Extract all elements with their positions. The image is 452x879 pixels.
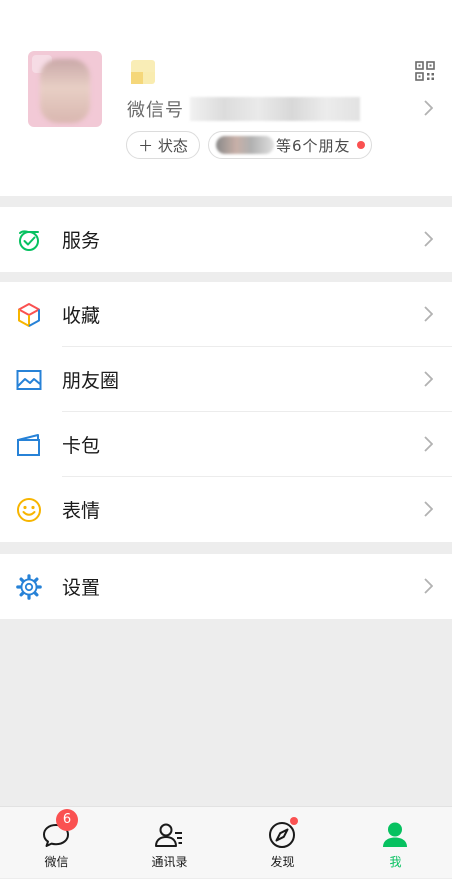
services-label: 服务: [62, 230, 101, 252]
services-icon: [16, 227, 42, 253]
favorites-icon: [16, 302, 42, 328]
menu-section-main: 收藏 朋友圈 卡包 表情: [0, 282, 452, 542]
menu-section-settings: 设置: [0, 554, 452, 619]
tab-contacts[interactable]: 通讯录: [113, 807, 226, 879]
menu-item-cards[interactable]: 卡包: [0, 412, 452, 477]
discover-new-dot: [290, 817, 298, 825]
chevron-right-icon: [424, 371, 434, 391]
contacts-icon: [153, 819, 185, 851]
add-status-label: ＋ 状态: [138, 136, 188, 155]
favorites-label: 收藏: [62, 305, 101, 327]
menu-item-favorites[interactable]: 收藏: [0, 282, 452, 347]
unread-badge: 6: [56, 809, 78, 831]
tab-contacts-label: 通讯录: [151, 855, 188, 869]
chevron-right-icon: [424, 578, 434, 598]
qr-code-icon[interactable]: [415, 61, 435, 81]
chevron-right-icon: [424, 436, 434, 456]
wechat-id-label: 微信号: [127, 100, 184, 121]
friends-status-pill[interactable]: 等6个朋友: [208, 131, 372, 159]
new-dot-indicator: [356, 141, 365, 149]
settings-icon: [16, 574, 42, 600]
chevron-right-icon: [424, 306, 434, 326]
tab-discover[interactable]: 发现: [226, 807, 339, 879]
tab-chats-label: 微信: [44, 855, 69, 869]
tab-chats[interactable]: 6 微信: [0, 807, 113, 879]
settings-label: 设置: [62, 577, 101, 599]
nickname-emoji: [131, 60, 155, 84]
cards-label: 卡包: [62, 435, 101, 457]
menu-item-stickers[interactable]: 表情: [0, 477, 452, 542]
wechat-id-blurred: [190, 97, 360, 121]
moments-label: 朋友圈: [62, 370, 120, 392]
menu-item-settings[interactable]: 设置: [0, 554, 452, 619]
tab-discover-label: 发现: [270, 855, 295, 869]
add-status-button[interactable]: ＋ 状态: [126, 131, 200, 159]
sticker-icon: [16, 497, 42, 523]
chevron-right-icon: [424, 231, 434, 251]
chevron-right-icon: [424, 100, 434, 120]
tab-me-label: 我: [389, 855, 402, 869]
profile-header[interactable]: 微信号 ＋ 状态 等6个朋友: [0, 0, 452, 196]
chevron-right-icon: [424, 501, 434, 521]
bottom-tab-bar: 6 微信 通讯录 发现 我: [0, 806, 452, 878]
menu-section-services: 服务: [0, 207, 452, 272]
menu-item-services[interactable]: 服务: [0, 207, 452, 272]
me-icon: [379, 819, 411, 851]
menu-item-moments[interactable]: 朋友圈: [0, 347, 452, 412]
friends-status-text: 等6个朋友: [276, 136, 351, 155]
avatar[interactable]: [28, 51, 102, 127]
tab-me[interactable]: 我: [339, 807, 452, 879]
card-wallet-icon: [16, 432, 42, 458]
avatar-blurred-photo: [40, 59, 90, 123]
friends-avatars-blurred: [216, 136, 274, 154]
stickers-label: 表情: [62, 500, 101, 522]
moments-icon: [16, 367, 42, 393]
